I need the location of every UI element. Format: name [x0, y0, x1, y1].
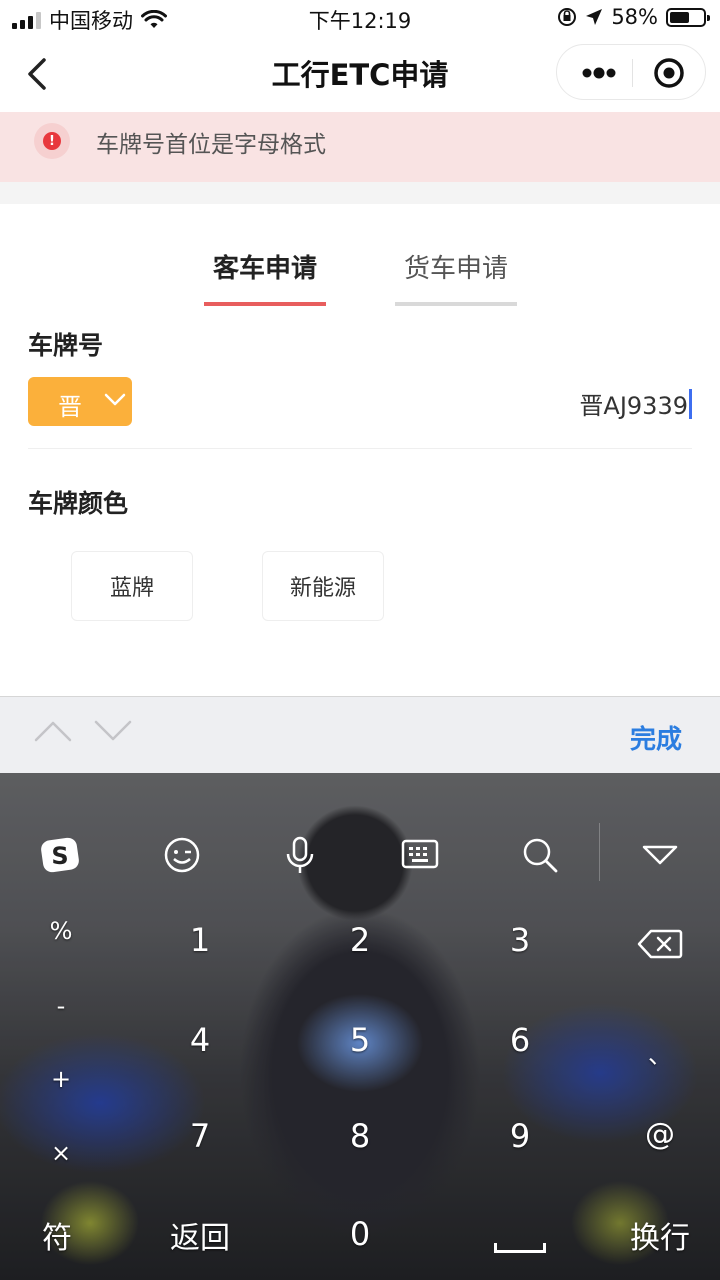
key-percent[interactable]: % [41, 917, 81, 945]
keyboard-accessory-bar: 完成 [0, 696, 720, 773]
sogou-logo-icon[interactable]: S [38, 833, 82, 877]
location-icon [586, 9, 603, 25]
key-5[interactable]: 5 [330, 1021, 390, 1059]
battery-percent: 58% [611, 5, 658, 29]
numeric-keyboard: S % - + × 1 2 3 4 5 6 7 8 9 、 @ 符 返回 0 换… [0, 773, 720, 1280]
done-button[interactable]: 完成 [630, 719, 682, 756]
svg-text:S: S [51, 842, 68, 870]
miniprogram-capsule [556, 44, 706, 100]
tab-active-indicator [204, 302, 326, 306]
more-icon[interactable] [579, 61, 619, 85]
tab-truck[interactable]: 货车申请 [395, 248, 517, 285]
chevron-down-icon [104, 393, 126, 406]
search-icon[interactable] [518, 833, 562, 877]
battery-icon [666, 7, 710, 27]
nav-bar: 工行ETC申请 [0, 36, 720, 112]
key-at[interactable]: @ [630, 1117, 690, 1152]
key-newline[interactable]: 换行 [630, 1213, 690, 1257]
capsule-divider [632, 59, 633, 87]
error-alert: ! 车牌号首位是字母格式 [0, 112, 720, 182]
rotation-lock-icon [558, 8, 577, 26]
key-7[interactable]: 7 [170, 1117, 230, 1155]
key-minus[interactable]: - [41, 992, 81, 1020]
keyboard-icon[interactable] [398, 833, 442, 877]
key-6[interactable]: 6 [490, 1021, 550, 1059]
key-8[interactable]: 8 [330, 1117, 390, 1155]
plate-number-input[interactable]: 晋AJ9339 [579, 386, 692, 421]
tab-passenger-car[interactable]: 客车申请 [204, 248, 326, 285]
province-value: 晋 [58, 393, 82, 421]
key-plus[interactable]: + [41, 1065, 81, 1093]
previous-field-icon[interactable] [34, 719, 72, 743]
alert-icon: ! [34, 123, 70, 159]
application-form: 客车申请 货车申请 车牌号 晋 晋AJ9339 车牌颜色 蓝牌 新能源 [0, 204, 720, 696]
key-3[interactable]: 3 [490, 921, 550, 959]
divider [28, 448, 692, 449]
text-caret [689, 388, 692, 419]
key-1[interactable]: 1 [170, 921, 230, 959]
plate-color-new-energy[interactable]: 新能源 [262, 551, 384, 621]
province-select[interactable]: 晋 [28, 377, 132, 426]
plate-number-value: 晋AJ9339 [579, 392, 688, 420]
key-2[interactable]: 2 [330, 921, 390, 959]
emoji-icon[interactable] [160, 833, 204, 877]
plate-color-blue[interactable]: 蓝牌 [71, 551, 193, 621]
tab-inactive-indicator [395, 302, 517, 306]
plate-color-label: 车牌颜色 [28, 489, 129, 518]
key-symbols[interactable]: 符 [42, 1213, 72, 1257]
microphone-icon[interactable] [278, 833, 322, 877]
alert-message: 车牌号首位是字母格式 [96, 132, 326, 158]
key-multiply[interactable]: × [41, 1139, 81, 1167]
status-right: 58% [557, 5, 710, 29]
key-9[interactable]: 9 [490, 1117, 550, 1155]
key-0[interactable]: 0 [330, 1215, 390, 1253]
key-back[interactable]: 返回 [170, 1213, 230, 1257]
plate-number-label: 车牌号 [28, 331, 104, 360]
key-comma[interactable]: 、 [640, 1035, 680, 1070]
toolbar-divider [599, 823, 600, 881]
status-bar: 中国移动 下午12:19 58% [0, 0, 720, 36]
space-key[interactable] [494, 1243, 546, 1253]
backspace-icon[interactable] [637, 928, 683, 960]
section-gap [0, 182, 720, 204]
next-field-icon[interactable] [94, 719, 132, 743]
close-miniprogram-icon[interactable] [653, 57, 685, 89]
collapse-keyboard-icon[interactable] [638, 833, 682, 877]
key-4[interactable]: 4 [170, 1021, 230, 1059]
